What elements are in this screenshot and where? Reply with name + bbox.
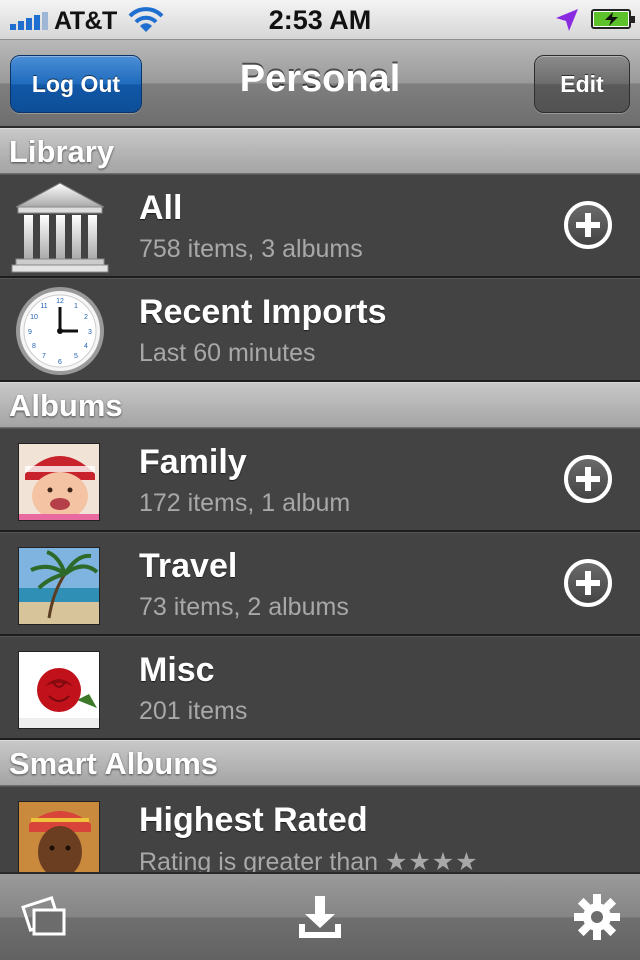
location-arrow-icon	[556, 9, 578, 31]
svg-text:2: 2	[84, 314, 88, 321]
svg-text:1: 1	[74, 303, 78, 310]
list-item-all[interactable]: All 758 items, 3 albums	[0, 174, 640, 278]
list-item-highest-rated[interactable]: Highest Rated Rating is greater than ★★★…	[0, 786, 640, 872]
svg-text:9: 9	[28, 329, 32, 336]
list-item-travel[interactable]: Travel 73 items, 2 albums	[0, 532, 640, 636]
clock-icon: 1212 345 678 91011	[16, 287, 104, 375]
list-item-family[interactable]: Family 172 items, 1 album	[0, 428, 640, 532]
row-title: Travel	[139, 547, 238, 585]
album-thumbnail-misc	[18, 651, 100, 729]
status-bar: AT&T 2:53 AM	[0, 0, 640, 40]
add-icon[interactable]	[564, 559, 612, 607]
svg-text:5: 5	[74, 353, 78, 360]
add-icon[interactable]	[564, 201, 612, 249]
clock-time: 2:53 AM	[268, 5, 372, 35]
row-title: Highest Rated	[139, 801, 368, 839]
row-subtitle: 758 items, 3 albums	[139, 235, 363, 263]
svg-text:3: 3	[88, 329, 92, 336]
svg-text:6: 6	[58, 359, 62, 366]
album-thumbnail-family	[18, 443, 100, 521]
section-header-smart-albums: Smart Albums	[0, 740, 640, 786]
svg-text:7: 7	[42, 353, 46, 360]
row-title: Family	[139, 443, 247, 481]
battery-icon	[591, 9, 635, 29]
row-subtitle: 172 items, 1 album	[139, 489, 351, 517]
library-building-icon	[11, 182, 109, 273]
svg-text:8: 8	[32, 343, 36, 350]
album-thumbnail-highest-rated	[18, 801, 100, 872]
navigation-bar: Log Out Personal Edit	[0, 40, 640, 128]
album-thumbnail-travel	[18, 547, 100, 625]
row-subtitle: 201 items	[139, 697, 248, 725]
edit-button[interactable]: Edit	[534, 55, 630, 113]
add-icon[interactable]	[564, 455, 612, 503]
row-subtitle: Last 60 minutes	[139, 339, 316, 367]
download-icon[interactable]	[295, 892, 345, 942]
bottom-toolbar	[0, 872, 640, 960]
svg-text:12: 12	[56, 298, 64, 305]
row-title: Recent Imports	[139, 293, 387, 331]
row-title: All	[139, 189, 183, 227]
section-header-albums: Albums	[0, 382, 640, 428]
list-item-misc[interactable]: Misc 201 items	[0, 636, 640, 740]
svg-text:11: 11	[40, 303, 47, 310]
svg-text:4: 4	[84, 343, 88, 350]
row-subtitle: 73 items, 2 albums	[139, 593, 349, 621]
rating-stars: ★★★★	[384, 848, 479, 872]
svg-text:10: 10	[30, 314, 38, 321]
row-title: Misc	[139, 651, 215, 689]
list-item-recent-imports[interactable]: 12 1 2 345 678 9 10 11 Recent Imports Last 6…	[0, 278, 640, 382]
gear-icon[interactable]	[572, 892, 622, 942]
albums-stack-icon[interactable]	[20, 892, 70, 942]
section-header-library: Library	[0, 128, 640, 174]
row-subtitle: Rating is greater than ★★★★	[139, 847, 479, 872]
